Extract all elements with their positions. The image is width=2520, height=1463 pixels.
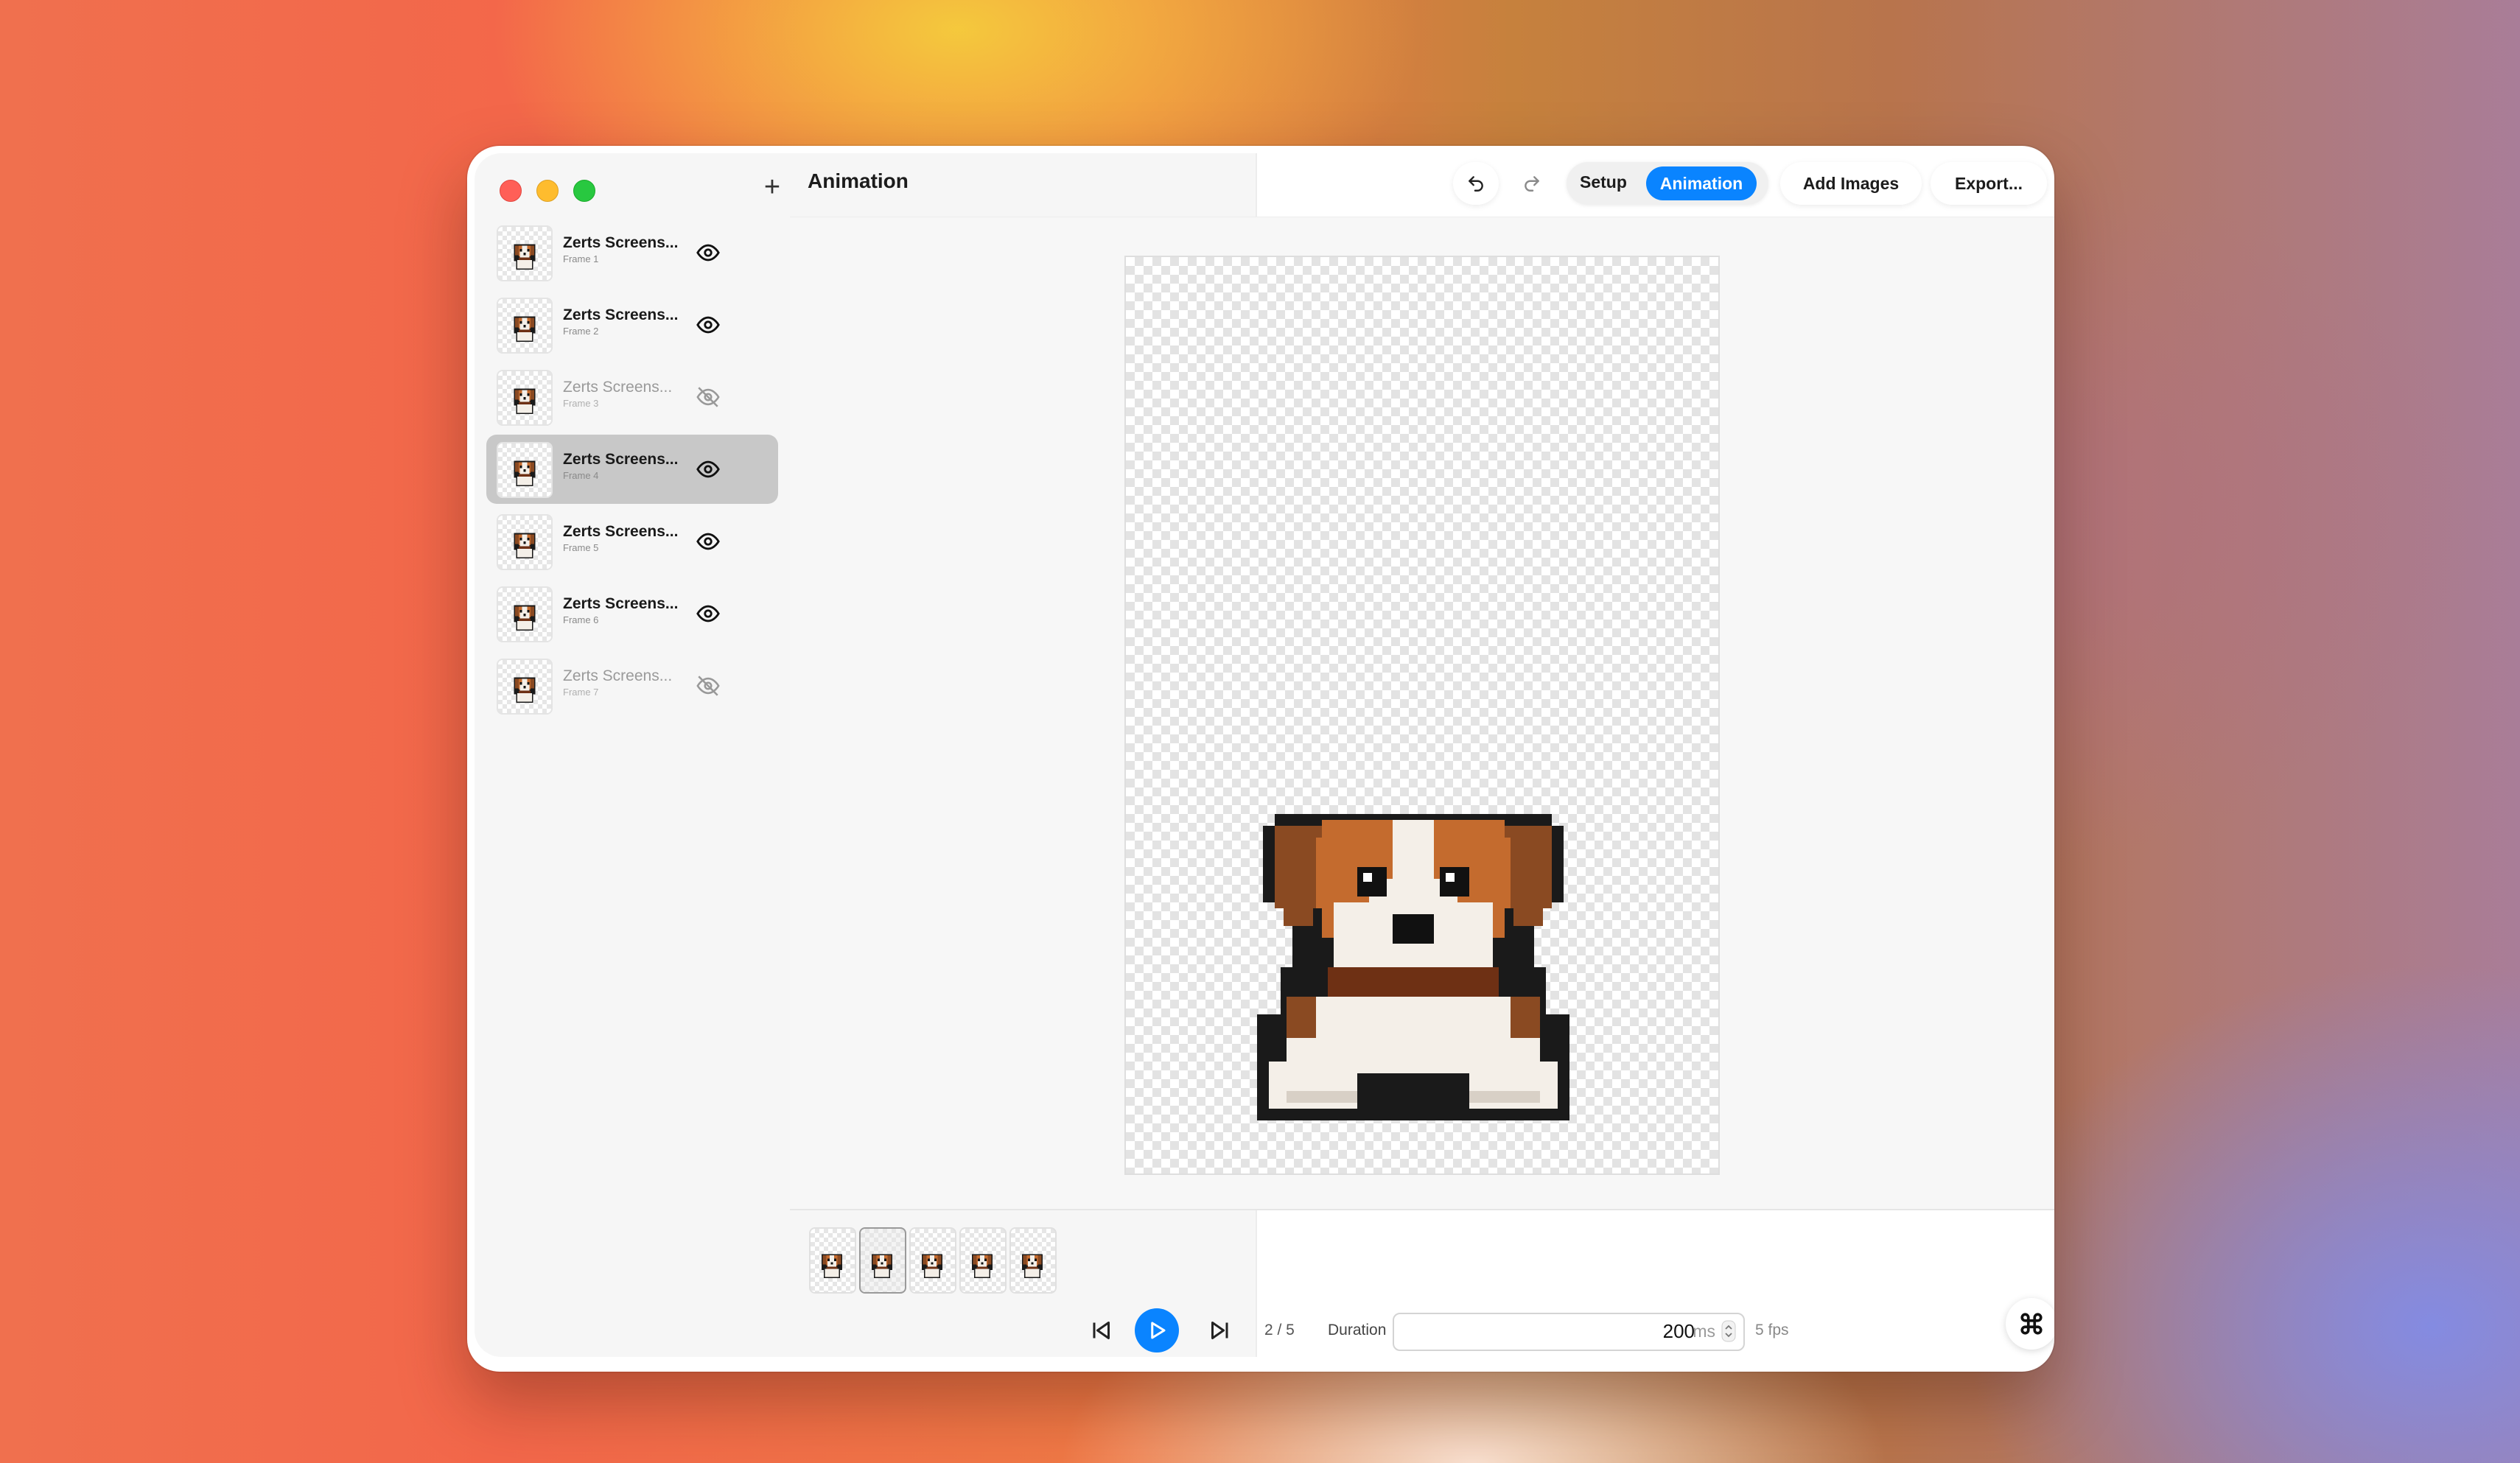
canvas-area: [790, 217, 2054, 1210]
minimize-window-button[interactable]: [536, 180, 559, 202]
undo-button[interactable]: [1453, 162, 1499, 205]
stepper-icon[interactable]: [1721, 1320, 1736, 1342]
eye-icon[interactable]: [696, 457, 721, 482]
strip-frame-thumbnail[interactable]: [1009, 1227, 1057, 1294]
add-frame-button[interactable]: +: [756, 171, 788, 203]
tab-setup[interactable]: Setup: [1580, 172, 1627, 192]
frame-list-item[interactable]: Zerts Screens... Frame 6: [486, 579, 778, 648]
command-button[interactable]: [2006, 1298, 2054, 1350]
frame-name: Zerts Screens...: [563, 451, 679, 468]
playback-controls: 2 / 5 Duration 200 ms 5 fps: [790, 1308, 2054, 1358]
strip-frame-thumbnail[interactable]: [859, 1227, 906, 1294]
frame-thumbnail: [497, 442, 553, 498]
redo-icon: [1525, 176, 1539, 192]
dog-thumbnail-image: [514, 316, 536, 342]
dog-thumbnail-image: [514, 605, 536, 631]
duration-unit: ms: [1693, 1322, 1715, 1341]
command-icon: [2020, 1313, 2043, 1335]
fps-label: 5 fps: [1755, 1322, 1789, 1339]
play-icon: [1151, 1322, 1166, 1339]
frame-list-item[interactable]: Zerts Screens... Frame 4: [486, 435, 778, 504]
export-button[interactable]: Export...: [1931, 162, 2047, 205]
dog-thumbnail-image: [822, 1254, 842, 1278]
undo-icon: [1469, 176, 1483, 192]
frame-thumbnail: [497, 225, 553, 281]
frame-strip: [809, 1227, 1057, 1294]
preview-canvas: [1124, 256, 1720, 1175]
strip-frame-thumbnail[interactable]: [909, 1227, 956, 1294]
frame-thumbnail: [497, 659, 553, 715]
strip-frame-thumbnail[interactable]: [809, 1227, 856, 1294]
frame-list-item[interactable]: Zerts Screens... Frame 5: [486, 507, 778, 576]
play-button[interactable]: [1135, 1308, 1179, 1353]
page-title: Animation: [808, 169, 909, 192]
dog-thumbnail-image: [514, 677, 536, 703]
frame-subtitle: Frame 6: [563, 614, 599, 625]
skip-back-icon: [1093, 1322, 1110, 1339]
frame-list: Zerts Screens... Frame 1 Zerts Screens..…: [486, 218, 778, 723]
main-panel: Animation Setup Animation Add Images Exp…: [790, 146, 2054, 1372]
eye-icon[interactable]: [696, 312, 721, 337]
dog-thumbnail-image: [514, 244, 536, 270]
frame-subtitle: Frame 2: [563, 326, 599, 337]
frame-list-item[interactable]: Zerts Screens... Frame 1: [486, 218, 778, 287]
dog-thumbnail-image: [1022, 1254, 1043, 1278]
frame-list-item[interactable]: Zerts Screens... Frame 7: [486, 651, 778, 720]
frame-counter: 2 / 5: [1264, 1322, 1295, 1339]
frame-thumbnail: [497, 370, 553, 426]
tab-animation[interactable]: Animation: [1646, 166, 1757, 200]
dog-thumbnail-image: [972, 1254, 993, 1278]
dog-thumbnail-image: [872, 1254, 892, 1278]
dog-thumbnail-image: [514, 388, 536, 414]
dog-sprite-image: [1257, 814, 1569, 1120]
frame-name: Zerts Screens...: [563, 595, 679, 612]
eye-icon[interactable]: [696, 240, 721, 265]
duration-label: Duration: [1328, 1322, 1387, 1339]
skip-forward-icon: [1211, 1322, 1228, 1339]
dog-thumbnail-image: [922, 1254, 942, 1278]
frame-subtitle: Frame 4: [563, 470, 599, 481]
strip-frame-thumbnail[interactable]: [959, 1227, 1007, 1294]
dog-thumbnail-image: [514, 533, 536, 558]
add-images-button[interactable]: Add Images: [1780, 162, 1922, 205]
frame-thumbnail: [497, 514, 553, 570]
frame-subtitle: Frame 3: [563, 398, 599, 409]
zoom-window-button[interactable]: [573, 180, 595, 202]
duration-value[interactable]: 200: [1663, 1320, 1695, 1343]
redo-button[interactable]: [1509, 162, 1555, 205]
eye-off-icon[interactable]: [696, 673, 721, 698]
frame-subtitle: Frame 7: [563, 687, 599, 698]
frame-name: Zerts Screens...: [563, 523, 679, 540]
eye-icon[interactable]: [696, 529, 721, 554]
frame-thumbnail: [497, 298, 553, 354]
eye-off-icon[interactable]: [696, 385, 721, 410]
eye-icon[interactable]: [696, 601, 721, 626]
previous-frame-button[interactable]: [1088, 1316, 1114, 1349]
frame-name: Zerts Screens...: [563, 379, 673, 396]
mode-toggle: Setup Animation: [1567, 162, 1768, 205]
dog-thumbnail-image: [514, 460, 536, 486]
close-window-button[interactable]: [500, 180, 522, 202]
duration-field[interactable]: 200 ms: [1393, 1313, 1745, 1351]
app-window: + Zerts Screens... Frame 1 Zerts Screens…: [467, 146, 2054, 1372]
frame-thumbnail: [497, 586, 553, 642]
frame-name: Zerts Screens...: [563, 667, 673, 684]
frame-list-item[interactable]: Zerts Screens... Frame 3: [486, 362, 778, 432]
frame-list-item[interactable]: Zerts Screens... Frame 2: [486, 290, 778, 359]
frame-subtitle: Frame 5: [563, 542, 599, 553]
frame-name: Zerts Screens...: [563, 234, 679, 251]
window-controls: [500, 180, 595, 202]
frame-subtitle: Frame 1: [563, 253, 599, 264]
frame-name: Zerts Screens...: [563, 306, 679, 323]
next-frame-button[interactable]: [1207, 1316, 1233, 1349]
